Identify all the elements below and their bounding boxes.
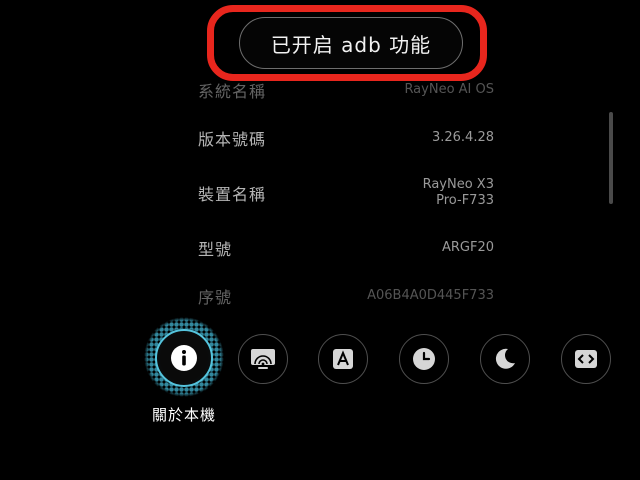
- info-value-line: Pro-F733: [436, 193, 494, 208]
- dock-item-screen-cast[interactable]: [238, 334, 288, 384]
- screen-cast-icon: [251, 349, 275, 369]
- info-value: A06B4A0D445F733: [367, 288, 494, 303]
- about-device-screen: 關於本機 系統名稱 RayNeo AI OS 版本號碼 3.26.4.28 裝置…: [0, 0, 640, 480]
- info-label: 裝置名稱: [198, 185, 267, 204]
- dock-item-developer[interactable]: [561, 334, 611, 384]
- info-row-device-name: 裝置名稱 RayNeo X3 Pro-F733: [198, 175, 494, 211]
- info-icon: [171, 345, 197, 371]
- scrollbar[interactable]: [609, 112, 613, 204]
- info-value: RayNeo X3 Pro-F733: [423, 177, 494, 209]
- info-row-system-name: 系統名稱 RayNeo AI OS: [198, 78, 494, 102]
- dock-item-about[interactable]: [155, 329, 213, 387]
- dock-item-font[interactable]: [318, 334, 368, 384]
- active-dock-label: 關於本機: [151, 406, 216, 424]
- highlight-annotation: [207, 5, 487, 81]
- info-label: 系統名稱: [198, 82, 267, 101]
- developer-options-icon: [575, 350, 597, 368]
- info-value: 3.26.4.28: [431, 130, 494, 145]
- clock-icon: [413, 348, 435, 370]
- info-row-version: 版本號碼 3.26.4.28: [198, 126, 494, 150]
- font-size-icon: [333, 349, 353, 369]
- info-row-model: 型號 ARGF20: [198, 236, 494, 260]
- info-row-serial: 序號 A06B4A0D445F733: [198, 284, 494, 308]
- info-value: ARGF20: [441, 240, 494, 255]
- info-label: 型號: [198, 240, 233, 259]
- info-value-line: RayNeo X3: [422, 177, 494, 192]
- info-label: 序號: [198, 288, 233, 307]
- info-label: 版本號碼: [198, 130, 267, 149]
- dock-item-dark-mode[interactable]: [480, 334, 530, 384]
- dark-mode-icon: [495, 348, 515, 369]
- dock-item-time[interactable]: [399, 334, 449, 384]
- info-value: RayNeo AI OS: [404, 82, 494, 97]
- settings-dock: [0, 317, 640, 397]
